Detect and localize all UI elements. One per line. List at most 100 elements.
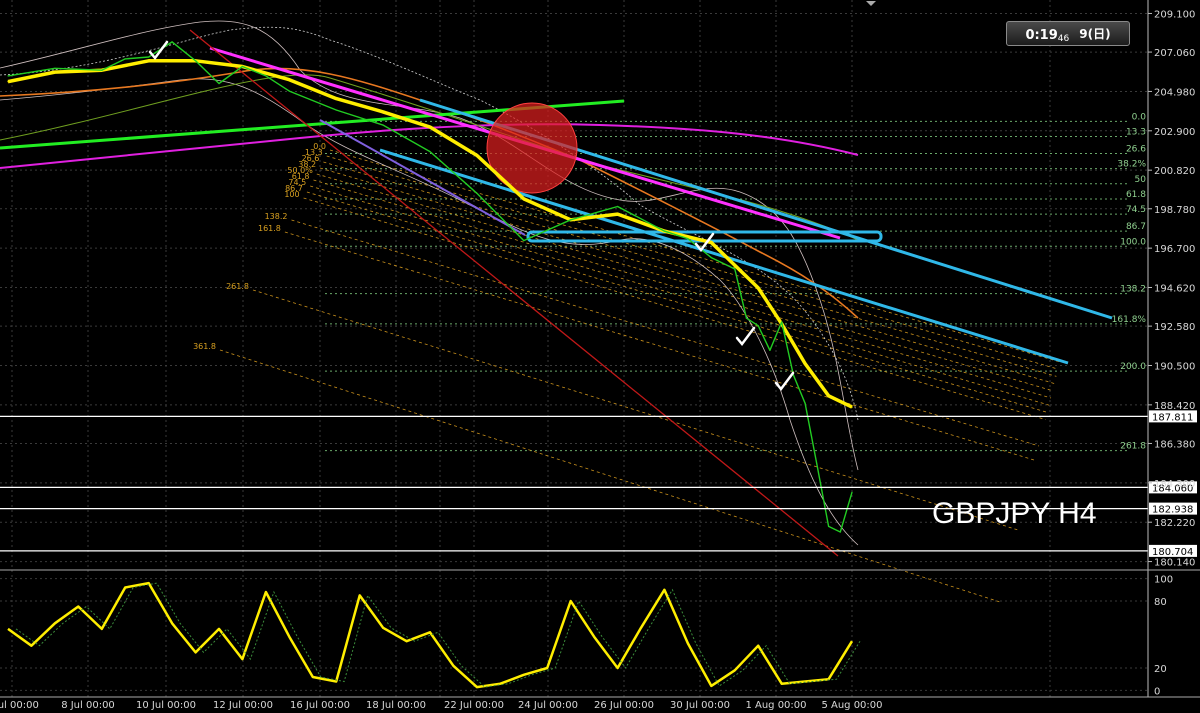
clock-seconds: 46 <box>1057 34 1070 44</box>
x-tick-label: 4 Jul 00:00 <box>0 700 39 711</box>
price-point <box>804 362 806 365</box>
plot-background <box>0 0 1200 713</box>
price-point <box>476 154 478 157</box>
x-tick-label: 30 Jul 00:00 <box>670 700 730 711</box>
y-tick-label: 207.060 <box>1154 48 1195 59</box>
price-point <box>523 198 525 200</box>
price-point <box>781 321 783 323</box>
y-tick-label: 184.300 <box>1154 479 1195 490</box>
x-tick-label: 26 Jul 00:00 <box>594 700 654 711</box>
y-tick-label: 182.220 <box>1154 518 1195 529</box>
price-point <box>827 525 830 527</box>
osc-y-tick-label: 100 <box>1154 575 1173 586</box>
price-point <box>7 75 9 77</box>
y-tick-label: 204.980 <box>1154 87 1195 98</box>
price-point <box>757 287 759 289</box>
y-tick-label: 198.780 <box>1154 205 1195 216</box>
x-tick-label: 24 Jul 00:00 <box>518 700 578 711</box>
y-tick-label: 202.900 <box>1154 127 1195 138</box>
x-tick-label: 22 Jul 00:00 <box>444 700 504 711</box>
price-point <box>54 67 56 69</box>
fib-level-label: 74.5 <box>1126 205 1146 215</box>
price-point <box>851 491 853 493</box>
price-point <box>757 325 759 327</box>
y-tick-label: 190.500 <box>1154 361 1195 372</box>
price-point <box>734 268 736 270</box>
fib-channel-label: 261.8 <box>226 282 249 291</box>
fib-level-label: 100.0 <box>1120 237 1146 247</box>
fib-level-label: 13.3 <box>1126 127 1146 137</box>
x-tick-label: 5 Aug 00:00 <box>821 700 882 711</box>
x-tick-label: 8 Jul 00:00 <box>61 700 115 711</box>
price-point <box>265 75 267 77</box>
price-point <box>194 60 197 62</box>
price-point <box>218 82 220 85</box>
price-point <box>335 109 337 111</box>
price-point <box>288 79 290 81</box>
price-point <box>523 239 525 242</box>
x-tick-label: 18 Jul 00:00 <box>366 700 426 711</box>
fib-channel-label: 161.8 <box>258 224 281 233</box>
clock-panel: 0:1946 9(日) <box>1006 21 1130 46</box>
price-point <box>382 124 384 126</box>
clock-time: 0:19 <box>1025 28 1058 43</box>
price-point <box>7 80 9 83</box>
price-point <box>54 71 56 73</box>
fib-level-label: 0.0 <box>1132 112 1147 122</box>
clock-date: 9(日) <box>1079 27 1111 41</box>
price-point <box>710 241 712 244</box>
price-point <box>663 230 666 232</box>
price-point <box>429 151 431 153</box>
price-level-label: 180.704 <box>1152 547 1193 558</box>
fib-level-label: 138.2 <box>1120 285 1146 295</box>
price-point <box>101 69 103 71</box>
price-point <box>429 126 431 128</box>
osc-y-tick-label: 20 <box>1154 664 1167 675</box>
price-point <box>148 60 150 62</box>
fib-level-label: 161.8% <box>1112 315 1147 325</box>
fib-channel-label: 138.2 <box>265 212 288 221</box>
price-point <box>816 463 818 465</box>
y-tick-label: 200.820 <box>1154 166 1195 177</box>
chart: 0.0 13.3 26.6 38.2% 50 61.8 74.5 86.7 100.0 138.2… <box>0 0 1200 713</box>
y-tick-label: 186.380 <box>1154 439 1195 450</box>
price-level-label: 182.938 <box>1152 505 1193 516</box>
price-point <box>288 90 290 92</box>
price-point <box>382 111 384 113</box>
x-tick-label: 1 Aug 00:00 <box>745 700 806 711</box>
x-tick-label: 16 Jul 00:00 <box>290 700 350 711</box>
x-tick-label: 12 Jul 00:00 <box>213 700 273 711</box>
price-point <box>687 238 689 240</box>
price-point <box>804 402 806 404</box>
osc-y-tick-label: 0 <box>1154 686 1160 697</box>
symbol-label: GBPJPY H4 <box>932 497 1097 530</box>
fib-level-label: 86.7 <box>1126 222 1146 232</box>
y-tick-label: 192.580 <box>1154 322 1195 333</box>
price-point <box>710 257 712 259</box>
price-point <box>476 192 478 194</box>
price-point <box>616 213 619 215</box>
price-point <box>241 65 244 68</box>
fib-level-label: 61.8 <box>1126 190 1146 200</box>
price-point <box>148 56 150 58</box>
y-tick-label: 180.140 <box>1154 558 1195 569</box>
fib-level-label: 50 <box>1135 175 1147 185</box>
price-point <box>851 406 853 408</box>
fib-level-label: 38.2% <box>1117 160 1146 170</box>
fib-channel-label: 100 <box>284 190 299 199</box>
price-point <box>827 395 830 397</box>
price-point <box>570 219 572 221</box>
fib-level-label: 26.6 <box>1126 145 1146 155</box>
fib-level-label: 200.0 <box>1120 362 1146 372</box>
fib-channel-label: 361.8 <box>193 342 216 351</box>
fib-level-label: 261.8 <box>1120 442 1146 452</box>
x-tick-label: 10 Jul 00:00 <box>136 700 196 711</box>
price-point <box>616 205 619 208</box>
y-tick-label: 209.100 <box>1154 9 1195 20</box>
price-point <box>745 317 748 319</box>
price-point <box>769 349 771 351</box>
osc-y-tick-label: 80 <box>1154 597 1167 608</box>
price-point <box>839 531 841 533</box>
y-tick-label: 196.700 <box>1154 244 1195 255</box>
y-tick-label: 194.620 <box>1154 284 1195 295</box>
